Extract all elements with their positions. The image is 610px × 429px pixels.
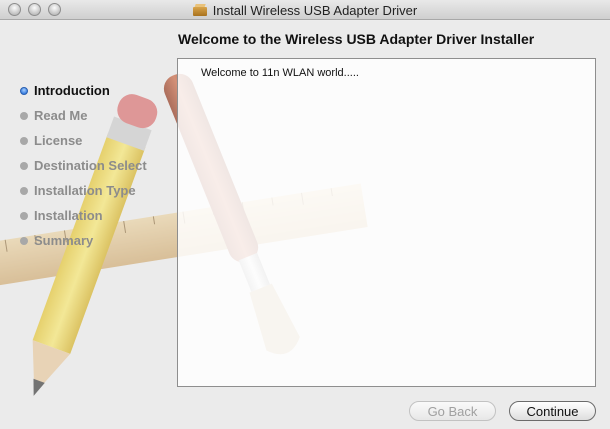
step-label: Introduction [34,83,110,98]
continue-button[interactable]: Continue [509,401,596,421]
step-indicator-icon [20,186,28,195]
step-installation: Installation [20,203,147,228]
step-label: License [34,133,83,148]
step-summary: Summary [20,228,147,253]
step-license: License [20,128,147,153]
installer-steps: Introduction Read Me License Destination… [20,78,147,253]
step-indicator-icon [20,111,28,120]
step-indicator-icon [20,211,28,220]
step-indicator-icon [20,161,28,170]
package-icon [192,4,207,16]
step-label: Installation Type [34,183,136,198]
title-bar: Install Wireless USB Adapter Driver [0,0,610,20]
step-destination-select: Destination Select [20,153,147,178]
step-label: Read Me [34,108,88,123]
window-title: Install Wireless USB Adapter Driver [212,2,418,18]
step-installation-type: Installation Type [20,178,147,203]
step-indicator-icon [20,86,28,95]
step-label: Destination Select [34,158,147,173]
welcome-text-panel[interactable]: Welcome to 11n WLAN world..... [177,58,596,387]
step-indicator-icon [20,136,28,145]
step-indicator-icon [20,236,28,245]
installer-window: Install Wireless USB Adapter Driver Welc… [0,0,610,429]
step-introduction: Introduction [20,78,147,103]
step-read-me: Read Me [20,103,147,128]
step-label: Installation [34,208,103,223]
step-label: Summary [34,233,94,248]
welcome-message: Welcome to 11n WLAN world..... [201,67,359,79]
page-title: Welcome to the Wireless USB Adapter Driv… [178,31,535,47]
window-title-wrap: Install Wireless USB Adapter Driver [0,0,610,20]
go-back-button[interactable]: Go Back [409,401,496,421]
